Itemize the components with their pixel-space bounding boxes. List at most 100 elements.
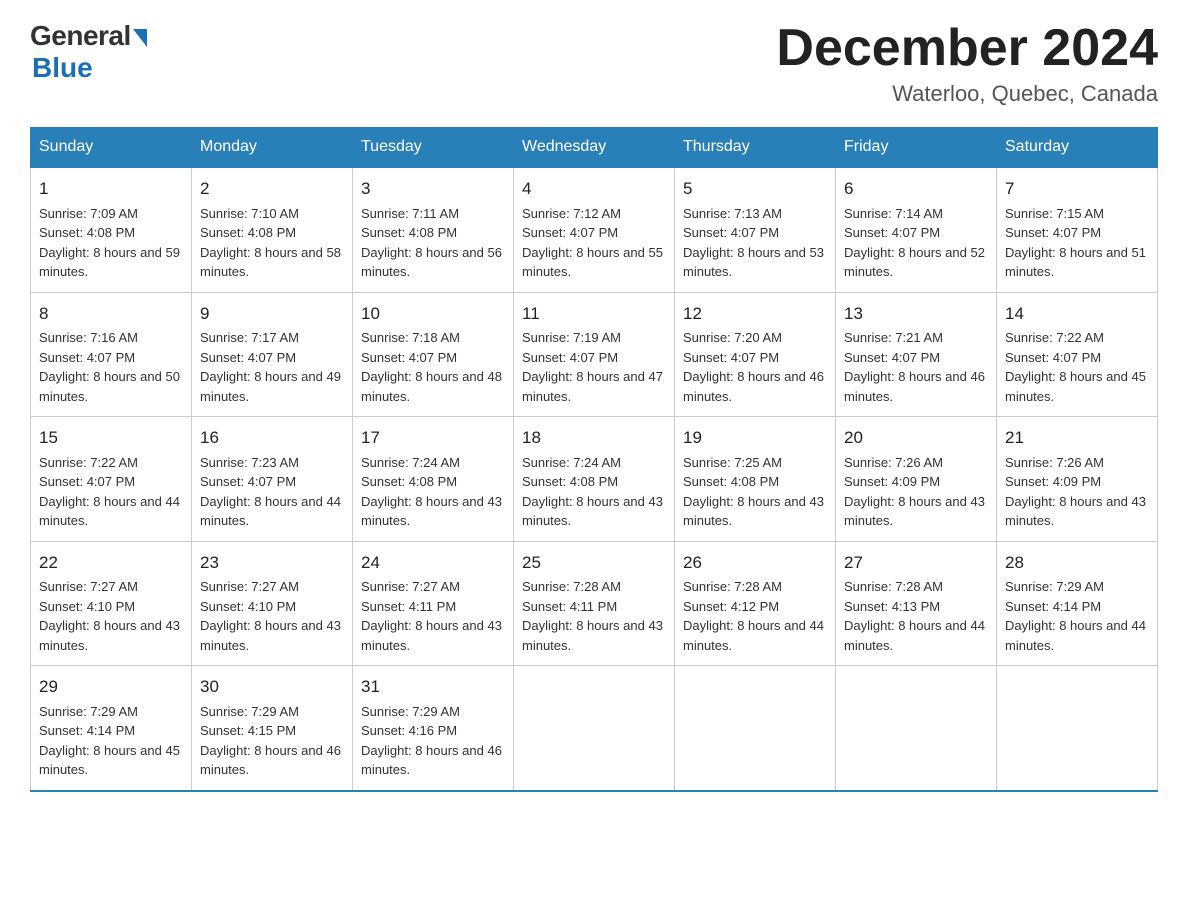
- calendar-day-cell: [675, 666, 836, 791]
- calendar-day-cell: 19 Sunrise: 7:25 AMSunset: 4:08 PMDayligh…: [675, 417, 836, 542]
- calendar-day-cell: 20Sunrise: 7:26 AMSunset: 4:09 PMDayligh…: [836, 417, 997, 542]
- calendar-day-cell: 7 Sunrise: 7:15 AMSunset: 4:07 PMDaylight…: [997, 167, 1158, 292]
- header-friday: Friday: [836, 128, 997, 168]
- calendar-day-cell: 31Sunrise: 7:29 AMSunset: 4:16 PMDayligh…: [353, 666, 514, 791]
- day-number: 1: [39, 176, 183, 202]
- day-number: 25: [522, 550, 666, 576]
- day-number: 14: [1005, 301, 1149, 327]
- calendar-day-cell: 6 Sunrise: 7:14 AMSunset: 4:07 PMDaylight…: [836, 167, 997, 292]
- weekday-header-row: Sunday Monday Tuesday Wednesday Thursday…: [31, 128, 1158, 168]
- day-number: 2: [200, 176, 344, 202]
- day-sun-info: Sunrise: 7:09 AMSunset: 4:08 PMDaylight:…: [39, 206, 180, 280]
- calendar-week-row: 22 Sunrise: 7:27 AMSunset: 4:10 PMDayligh…: [31, 541, 1158, 666]
- calendar-day-cell: 13 Sunrise: 7:21 AMSunset: 4:07 PMDayligh…: [836, 292, 997, 417]
- day-sun-info: Sunrise: 7:10 AMSunset: 4:08 PMDaylight:…: [200, 206, 341, 280]
- day-number: 19: [683, 425, 827, 451]
- header-wednesday: Wednesday: [514, 128, 675, 168]
- day-number: 13: [844, 301, 988, 327]
- calendar-day-cell: 16 Sunrise: 7:23 AMSunset: 4:07 PMDayligh…: [192, 417, 353, 542]
- day-sun-info: Sunrise: 7:23 AMSunset: 4:07 PMDaylight:…: [200, 455, 341, 529]
- day-number: 27: [844, 550, 988, 576]
- calendar-day-cell: 21 Sunrise: 7:26 AMSunset: 4:09 PMDayligh…: [997, 417, 1158, 542]
- calendar-day-cell: [997, 666, 1158, 791]
- calendar-day-cell: 8 Sunrise: 7:16 AMSunset: 4:07 PMDaylight…: [31, 292, 192, 417]
- calendar-day-cell: 15Sunrise: 7:22 AMSunset: 4:07 PMDayligh…: [31, 417, 192, 542]
- calendar-day-cell: 27Sunrise: 7:28 AMSunset: 4:13 PMDayligh…: [836, 541, 997, 666]
- day-number: 18: [522, 425, 666, 451]
- calendar-day-cell: 30Sunrise: 7:29 AMSunset: 4:15 PMDayligh…: [192, 666, 353, 791]
- calendar-day-cell: 14 Sunrise: 7:22 AMSunset: 4:07 PMDayligh…: [997, 292, 1158, 417]
- day-sun-info: Sunrise: 7:29 AMSunset: 4:14 PMDaylight:…: [1005, 579, 1146, 653]
- day-sun-info: Sunrise: 7:11 AMSunset: 4:08 PMDaylight:…: [361, 206, 502, 280]
- day-number: 3: [361, 176, 505, 202]
- day-sun-info: Sunrise: 7:18 AMSunset: 4:07 PMDaylight:…: [361, 330, 502, 404]
- day-sun-info: Sunrise: 7:21 AMSunset: 4:07 PMDaylight:…: [844, 330, 985, 404]
- day-sun-info: Sunrise: 7:17 AMSunset: 4:07 PMDaylight:…: [200, 330, 341, 404]
- logo-blue-text: Blue: [32, 52, 93, 84]
- day-sun-info: Sunrise: 7:22 AMSunset: 4:07 PMDaylight:…: [39, 455, 180, 529]
- day-number: 30: [200, 674, 344, 700]
- month-title: December 2024: [776, 20, 1158, 77]
- location-subtitle: Waterloo, Quebec, Canada: [776, 81, 1158, 107]
- logo-arrow-icon: [133, 29, 147, 47]
- calendar-day-cell: 26Sunrise: 7:28 AMSunset: 4:12 PMDayligh…: [675, 541, 836, 666]
- calendar-day-cell: 28 Sunrise: 7:29 AMSunset: 4:14 PMDayligh…: [997, 541, 1158, 666]
- day-sun-info: Sunrise: 7:19 AMSunset: 4:07 PMDaylight:…: [522, 330, 663, 404]
- day-sun-info: Sunrise: 7:24 AMSunset: 4:08 PMDaylight:…: [522, 455, 663, 529]
- calendar-day-cell: 9 Sunrise: 7:17 AMSunset: 4:07 PMDaylight…: [192, 292, 353, 417]
- day-number: 5: [683, 176, 827, 202]
- header-thursday: Thursday: [675, 128, 836, 168]
- calendar-day-cell: 29 Sunrise: 7:29 AMSunset: 4:14 PMDayligh…: [31, 666, 192, 791]
- day-number: 6: [844, 176, 988, 202]
- calendar-header: Sunday Monday Tuesday Wednesday Thursday…: [31, 128, 1158, 168]
- calendar-day-cell: 22 Sunrise: 7:27 AMSunset: 4:10 PMDayligh…: [31, 541, 192, 666]
- calendar-day-cell: 5 Sunrise: 7:13 AMSunset: 4:07 PMDaylight…: [675, 167, 836, 292]
- title-block: December 2024 Waterloo, Quebec, Canada: [776, 20, 1158, 107]
- calendar-week-row: 29 Sunrise: 7:29 AMSunset: 4:14 PMDayligh…: [31, 666, 1158, 791]
- day-sun-info: Sunrise: 7:29 AMSunset: 4:16 PMDaylight:…: [361, 704, 502, 778]
- calendar-week-row: 8 Sunrise: 7:16 AMSunset: 4:07 PMDaylight…: [31, 292, 1158, 417]
- day-number: 29: [39, 674, 183, 700]
- calendar-week-row: 1 Sunrise: 7:09 AMSunset: 4:08 PMDaylight…: [31, 167, 1158, 292]
- day-number: 4: [522, 176, 666, 202]
- calendar-week-row: 15Sunrise: 7:22 AMSunset: 4:07 PMDayligh…: [31, 417, 1158, 542]
- calendar-day-cell: 11 Sunrise: 7:19 AMSunset: 4:07 PMDayligh…: [514, 292, 675, 417]
- calendar-day-cell: [836, 666, 997, 791]
- day-sun-info: Sunrise: 7:14 AMSunset: 4:07 PMDaylight:…: [844, 206, 985, 280]
- calendar-day-cell: 2 Sunrise: 7:10 AMSunset: 4:08 PMDaylight…: [192, 167, 353, 292]
- day-sun-info: Sunrise: 7:12 AMSunset: 4:07 PMDaylight:…: [522, 206, 663, 280]
- day-sun-info: Sunrise: 7:13 AMSunset: 4:07 PMDaylight:…: [683, 206, 824, 280]
- day-number: 12: [683, 301, 827, 327]
- calendar-day-cell: 3 Sunrise: 7:11 AMSunset: 4:08 PMDaylight…: [353, 167, 514, 292]
- day-sun-info: Sunrise: 7:15 AMSunset: 4:07 PMDaylight:…: [1005, 206, 1146, 280]
- day-sun-info: Sunrise: 7:27 AMSunset: 4:11 PMDaylight:…: [361, 579, 502, 653]
- calendar-day-cell: 18 Sunrise: 7:24 AMSunset: 4:08 PMDayligh…: [514, 417, 675, 542]
- day-sun-info: Sunrise: 7:25 AMSunset: 4:08 PMDaylight:…: [683, 455, 824, 529]
- day-number: 21: [1005, 425, 1149, 451]
- day-sun-info: Sunrise: 7:20 AMSunset: 4:07 PMDaylight:…: [683, 330, 824, 404]
- day-number: 9: [200, 301, 344, 327]
- calendar-day-cell: 10 Sunrise: 7:18 AMSunset: 4:07 PMDayligh…: [353, 292, 514, 417]
- day-number: 17: [361, 425, 505, 451]
- day-number: 28: [1005, 550, 1149, 576]
- calendar-body: 1 Sunrise: 7:09 AMSunset: 4:08 PMDaylight…: [31, 167, 1158, 791]
- day-number: 22: [39, 550, 183, 576]
- day-sun-info: Sunrise: 7:26 AMSunset: 4:09 PMDaylight:…: [1005, 455, 1146, 529]
- day-sun-info: Sunrise: 7:16 AMSunset: 4:07 PMDaylight:…: [39, 330, 180, 404]
- day-sun-info: Sunrise: 7:22 AMSunset: 4:07 PMDaylight:…: [1005, 330, 1146, 404]
- day-sun-info: Sunrise: 7:24 AMSunset: 4:08 PMDaylight:…: [361, 455, 502, 529]
- logo: General Blue: [30, 20, 147, 84]
- day-sun-info: Sunrise: 7:26 AMSunset: 4:09 PMDaylight:…: [844, 455, 985, 529]
- day-sun-info: Sunrise: 7:27 AMSunset: 4:10 PMDaylight:…: [39, 579, 180, 653]
- calendar-day-cell: 24Sunrise: 7:27 AMSunset: 4:11 PMDayligh…: [353, 541, 514, 666]
- logo-general-text: General: [30, 20, 131, 52]
- calendar-day-cell: 1 Sunrise: 7:09 AMSunset: 4:08 PMDaylight…: [31, 167, 192, 292]
- day-sun-info: Sunrise: 7:29 AMSunset: 4:14 PMDaylight:…: [39, 704, 180, 778]
- day-number: 8: [39, 301, 183, 327]
- day-number: 16: [200, 425, 344, 451]
- day-sun-info: Sunrise: 7:27 AMSunset: 4:10 PMDaylight:…: [200, 579, 341, 653]
- day-number: 7: [1005, 176, 1149, 202]
- day-number: 11: [522, 301, 666, 327]
- day-number: 10: [361, 301, 505, 327]
- calendar-table: Sunday Monday Tuesday Wednesday Thursday…: [30, 127, 1158, 792]
